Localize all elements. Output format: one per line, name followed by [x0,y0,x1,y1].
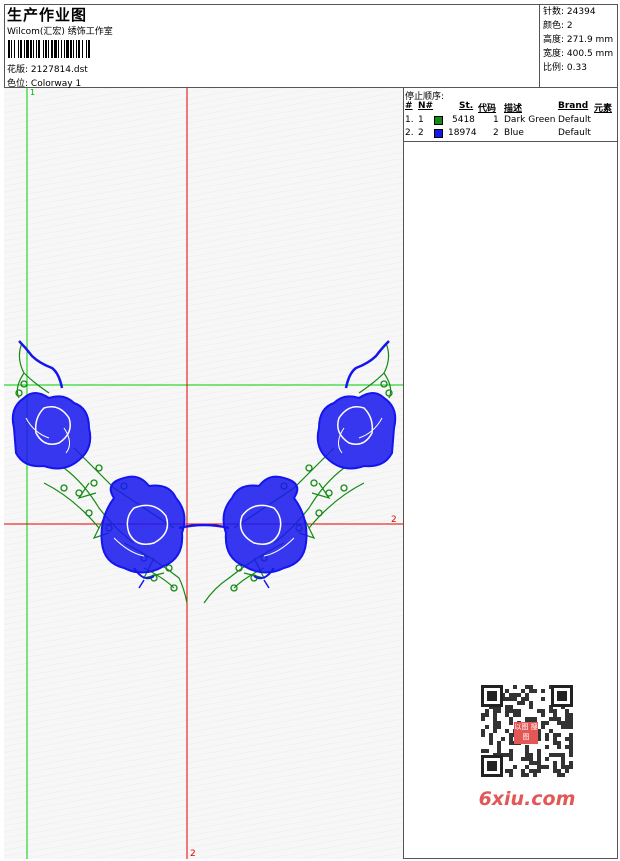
design-specs: 针数: 24394 颜色: 2 高度: 271.9 mm 宽度: 400.5 m… [539,4,618,88]
guide-label-green: 1 [30,88,35,97]
green-vine-right [203,342,392,604]
stop-sequence-header: # N# St. 代码 描述 Brand 元素 [405,101,613,114]
pattern-file-name: 2127814.dst [30,65,88,75]
spec-height: 高度: 271.9 mm [543,35,614,45]
guide-label-red-h: 2 [391,515,397,525]
spec-stitches: 针数: 24394 [543,7,596,17]
embroidery-artwork: 1 2 2 [4,88,403,859]
spec-colors: 颜色: 2 [543,21,573,31]
thread-color-swatch [434,116,443,125]
watermark-stamp: 以图 搜图 [514,722,538,744]
spec-scale: 比例: 0.33 [543,63,587,73]
barcode-icon [8,40,90,58]
spec-width: 宽度: 400.5 mm [543,49,614,59]
stop-sequence-row[interactable]: 1. 1 5418 1 Dark Green Default [404,115,618,127]
thread-color-swatch [434,129,443,138]
guide-label-red-v: 2 [190,849,196,859]
blue-roses [11,340,397,589]
sheet-title: 生产作业图 [7,6,88,24]
watermark-text: 6xiu.com [478,788,576,810]
watermark: 以图 搜图 6xiu.com [470,680,584,820]
company-name: Wilcom(汇宏) 绣饰工作室 [7,27,113,37]
design-preview[interactable]: 1 2 2 [4,88,404,859]
stop-sequence-panel: 停止顺序: # N# St. 代码 描述 Brand 元素 1. 1 5418 … [404,88,618,142]
pattern-file: 花版: 2127814.dst [7,65,88,75]
sheet-header: 生产作业图 Wilcom(汇宏) 绣饰工作室 花版: 2127814.dst 色… [4,4,618,89]
stop-sequence-row[interactable]: 2. 2 18974 2 Blue Default [404,128,618,140]
